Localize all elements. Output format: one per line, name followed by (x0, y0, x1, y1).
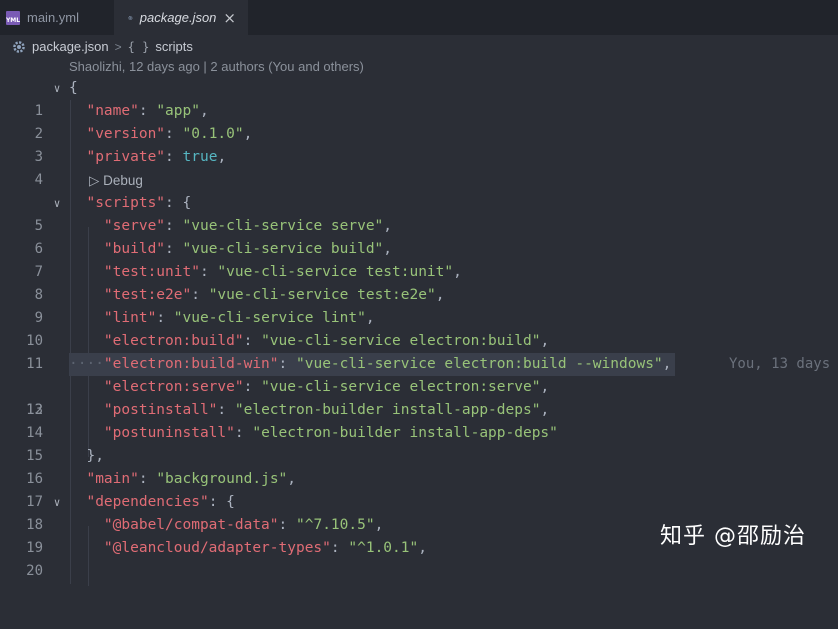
chevron-down-icon[interactable]: ∨ (50, 491, 64, 514)
code-line-selected: 12 ····"electron:build-win": "vue-cli-se… (0, 353, 838, 418)
gear-icon (13, 40, 25, 53)
code-line: 21 (0, 560, 838, 572)
debug-label: Debug (103, 173, 143, 188)
code-line: 5 ∨ "scripts": { (0, 192, 838, 234)
code-line: 17 "main": "background.js", (0, 468, 838, 510)
breadcrumb-section[interactable]: scripts (155, 39, 193, 54)
blame-header[interactable]: Shaolizhi, 12 days ago | 2 authors (You … (69, 59, 364, 74)
code-line: 10 "lint": "vue-cli-service lint", (0, 307, 838, 349)
code-line: 15 "postuninstall": "electron-builder in… (0, 422, 838, 464)
code-line: 11 "electron:build": "vue-cli-service el… (0, 330, 838, 372)
chevron-right-icon: > (114, 39, 122, 54)
symbol-object-icon: { } (127, 39, 150, 54)
code-line: 7 "build": "vue-cli-service build", (0, 238, 838, 280)
yaml-file-icon: YML (6, 10, 20, 25)
code-editor[interactable]: 1 ∨ { 2 "name": "app", 3 "version": "0.1… (0, 77, 838, 586)
breadcrumb-file[interactable]: package.json (32, 39, 109, 54)
blame-annotation: You, 13 days (729, 356, 831, 372)
code-line: 3 "version": "0.1.0", (0, 123, 838, 165)
code-line: 2 "name": "app", (0, 100, 838, 142)
code-line: 8 "test:unit": "vue-cli-service test:uni… (0, 261, 838, 303)
tab-package-json[interactable]: package.json × (114, 0, 248, 35)
close-icon[interactable]: × (223, 9, 236, 27)
code-line: 9 "test:e2e": "vue-cli-service test:e2e"… (0, 284, 838, 326)
code-line: 16 }, (0, 445, 838, 487)
chevron-down-icon[interactable]: ∨ (50, 77, 64, 100)
breadcrumb: package.json > { } scripts (0, 35, 838, 58)
debug-code-lens[interactable]: ▷ Debug (0, 169, 838, 192)
tab-label: package.json (139, 10, 217, 25)
watermark: 知乎 @邵励治 (660, 524, 806, 549)
code-line: 1 ∨ { (0, 77, 838, 119)
code-line: 14 "postinstall": "electron-builder inst… (0, 399, 838, 441)
code-line: 4 "private": true, (0, 146, 838, 188)
tab-main-yml[interactable]: YML main.yml (0, 0, 114, 35)
play-icon: ▷ (89, 173, 100, 188)
gear-icon (128, 15, 133, 20)
code-line: 13 "electron:serve": "vue-cli-service el… (0, 376, 838, 418)
chevron-down-icon[interactable]: ∨ (50, 192, 64, 215)
tab-bar: YML main.yml package.json × (0, 0, 838, 35)
code-line: 18 ∨ "dependencies": { (0, 491, 838, 533)
tab-label: main.yml (27, 10, 80, 25)
code-line: 6 "serve": "vue-cli-service serve", (0, 215, 838, 257)
